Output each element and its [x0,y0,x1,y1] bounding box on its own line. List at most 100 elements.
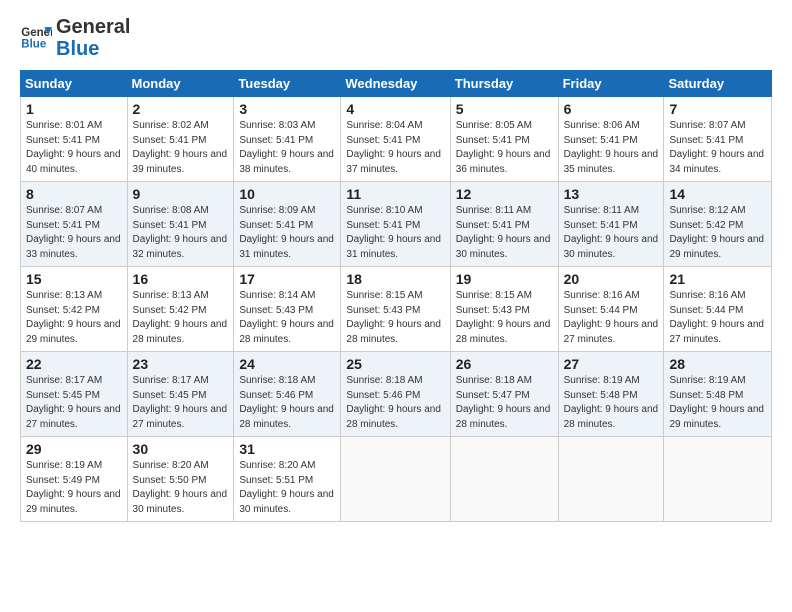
day-number: 28 [669,356,766,372]
day-info: Sunrise: 8:17 AM Sunset: 5:45 PM Dayligh… [26,374,122,432]
day-number: 17 [239,271,335,287]
calendar-header-saturday: Saturday [664,71,772,97]
day-number: 23 [133,356,229,372]
svg-text:Blue: Blue [21,39,47,51]
day-info: Sunrise: 8:14 AM Sunset: 5:43 PM Dayligh… [239,289,335,347]
day-number: 9 [133,186,229,202]
calendar-cell: 17 Sunrise: 8:14 AM Sunset: 5:43 PM Dayl… [234,267,341,352]
calendar-header-friday: Friday [558,71,664,97]
calendar-cell: 30 Sunrise: 8:20 AM Sunset: 5:50 PM Dayl… [127,437,234,522]
day-number: 21 [669,271,766,287]
day-info: Sunrise: 8:07 AM Sunset: 5:41 PM Dayligh… [669,119,766,177]
day-info: Sunrise: 8:17 AM Sunset: 5:45 PM Dayligh… [133,374,229,432]
calendar-cell: 27 Sunrise: 8:19 AM Sunset: 5:48 PM Dayl… [558,352,664,437]
day-info: Sunrise: 8:15 AM Sunset: 5:43 PM Dayligh… [456,289,553,347]
day-number: 7 [669,101,766,117]
day-info: Sunrise: 8:16 AM Sunset: 5:44 PM Dayligh… [669,289,766,347]
day-number: 14 [669,186,766,202]
calendar-header-thursday: Thursday [450,71,558,97]
day-info: Sunrise: 8:02 AM Sunset: 5:41 PM Dayligh… [133,119,229,177]
day-number: 13 [564,186,659,202]
main-container: General Blue General Blue SundayMondayTu… [0,0,792,532]
day-number: 31 [239,441,335,457]
day-number: 18 [346,271,444,287]
day-info: Sunrise: 8:19 AM Sunset: 5:48 PM Dayligh… [669,374,766,432]
calendar-header-tuesday: Tuesday [234,71,341,97]
day-number: 12 [456,186,553,202]
day-info: Sunrise: 8:09 AM Sunset: 5:41 PM Dayligh… [239,204,335,262]
day-number: 27 [564,356,659,372]
day-info: Sunrise: 8:19 AM Sunset: 5:49 PM Dayligh… [26,459,122,517]
day-info: Sunrise: 8:06 AM Sunset: 5:41 PM Dayligh… [564,119,659,177]
day-info: Sunrise: 8:15 AM Sunset: 5:43 PM Dayligh… [346,289,444,347]
calendar-cell: 6 Sunrise: 8:06 AM Sunset: 5:41 PM Dayli… [558,97,664,182]
calendar-cell: 24 Sunrise: 8:18 AM Sunset: 5:46 PM Dayl… [234,352,341,437]
day-info: Sunrise: 8:18 AM Sunset: 5:46 PM Dayligh… [239,374,335,432]
calendar-cell: 8 Sunrise: 8:07 AM Sunset: 5:41 PM Dayli… [21,182,128,267]
calendar-cell: 15 Sunrise: 8:13 AM Sunset: 5:42 PM Dayl… [21,267,128,352]
logo: General Blue General Blue [20,16,130,60]
calendar-cell: 28 Sunrise: 8:19 AM Sunset: 5:48 PM Dayl… [664,352,772,437]
day-number: 15 [26,271,122,287]
calendar-cell: 12 Sunrise: 8:11 AM Sunset: 5:41 PM Dayl… [450,182,558,267]
calendar-cell: 13 Sunrise: 8:11 AM Sunset: 5:41 PM Dayl… [558,182,664,267]
calendar-cell: 10 Sunrise: 8:09 AM Sunset: 5:41 PM Dayl… [234,182,341,267]
calendar-cell: 1 Sunrise: 8:01 AM Sunset: 5:41 PM Dayli… [21,97,128,182]
calendar-cell [341,437,450,522]
calendar-cell: 19 Sunrise: 8:15 AM Sunset: 5:43 PM Dayl… [450,267,558,352]
calendar-cell: 3 Sunrise: 8:03 AM Sunset: 5:41 PM Dayli… [234,97,341,182]
calendar-cell: 31 Sunrise: 8:20 AM Sunset: 5:51 PM Dayl… [234,437,341,522]
calendar-cell: 20 Sunrise: 8:16 AM Sunset: 5:44 PM Dayl… [558,267,664,352]
day-info: Sunrise: 8:11 AM Sunset: 5:41 PM Dayligh… [456,204,553,262]
calendar-cell: 9 Sunrise: 8:08 AM Sunset: 5:41 PM Dayli… [127,182,234,267]
calendar-header-sunday: Sunday [21,71,128,97]
calendar-cell: 25 Sunrise: 8:18 AM Sunset: 5:46 PM Dayl… [341,352,450,437]
day-info: Sunrise: 8:04 AM Sunset: 5:41 PM Dayligh… [346,119,444,177]
day-number: 2 [133,101,229,117]
calendar-cell [664,437,772,522]
day-info: Sunrise: 8:19 AM Sunset: 5:48 PM Dayligh… [564,374,659,432]
day-number: 25 [346,356,444,372]
day-info: Sunrise: 8:13 AM Sunset: 5:42 PM Dayligh… [133,289,229,347]
day-info: Sunrise: 8:08 AM Sunset: 5:41 PM Dayligh… [133,204,229,262]
calendar-cell: 5 Sunrise: 8:05 AM Sunset: 5:41 PM Dayli… [450,97,558,182]
day-number: 1 [26,101,122,117]
calendar-header-monday: Monday [127,71,234,97]
day-info: Sunrise: 8:11 AM Sunset: 5:41 PM Dayligh… [564,204,659,262]
logo-blue: Blue [56,38,130,60]
calendar-cell: 18 Sunrise: 8:15 AM Sunset: 5:43 PM Dayl… [341,267,450,352]
day-number: 20 [564,271,659,287]
calendar-cell: 7 Sunrise: 8:07 AM Sunset: 5:41 PM Dayli… [664,97,772,182]
day-number: 30 [133,441,229,457]
calendar-cell: 26 Sunrise: 8:18 AM Sunset: 5:47 PM Dayl… [450,352,558,437]
day-number: 22 [26,356,122,372]
day-info: Sunrise: 8:20 AM Sunset: 5:50 PM Dayligh… [133,459,229,517]
calendar-cell: 23 Sunrise: 8:17 AM Sunset: 5:45 PM Dayl… [127,352,234,437]
header: General Blue General Blue [20,16,772,60]
day-info: Sunrise: 8:13 AM Sunset: 5:42 PM Dayligh… [26,289,122,347]
day-number: 11 [346,186,444,202]
calendar-cell [450,437,558,522]
day-number: 24 [239,356,335,372]
day-number: 3 [239,101,335,117]
day-number: 29 [26,441,122,457]
calendar-header-wednesday: Wednesday [341,71,450,97]
calendar-cell [558,437,664,522]
logo-icon: General Blue [20,22,52,54]
calendar-cell: 2 Sunrise: 8:02 AM Sunset: 5:41 PM Dayli… [127,97,234,182]
calendar-cell: 14 Sunrise: 8:12 AM Sunset: 5:42 PM Dayl… [664,182,772,267]
calendar-cell: 11 Sunrise: 8:10 AM Sunset: 5:41 PM Dayl… [341,182,450,267]
day-info: Sunrise: 8:07 AM Sunset: 5:41 PM Dayligh… [26,204,122,262]
calendar-header-row: SundayMondayTuesdayWednesdayThursdayFrid… [21,71,772,97]
day-info: Sunrise: 8:20 AM Sunset: 5:51 PM Dayligh… [239,459,335,517]
calendar-cell: 22 Sunrise: 8:17 AM Sunset: 5:45 PM Dayl… [21,352,128,437]
day-number: 8 [26,186,122,202]
day-number: 16 [133,271,229,287]
day-number: 5 [456,101,553,117]
calendar-table: SundayMondayTuesdayWednesdayThursdayFrid… [20,70,772,522]
day-info: Sunrise: 8:05 AM Sunset: 5:41 PM Dayligh… [456,119,553,177]
day-info: Sunrise: 8:03 AM Sunset: 5:41 PM Dayligh… [239,119,335,177]
day-info: Sunrise: 8:18 AM Sunset: 5:46 PM Dayligh… [346,374,444,432]
day-number: 6 [564,101,659,117]
day-number: 26 [456,356,553,372]
